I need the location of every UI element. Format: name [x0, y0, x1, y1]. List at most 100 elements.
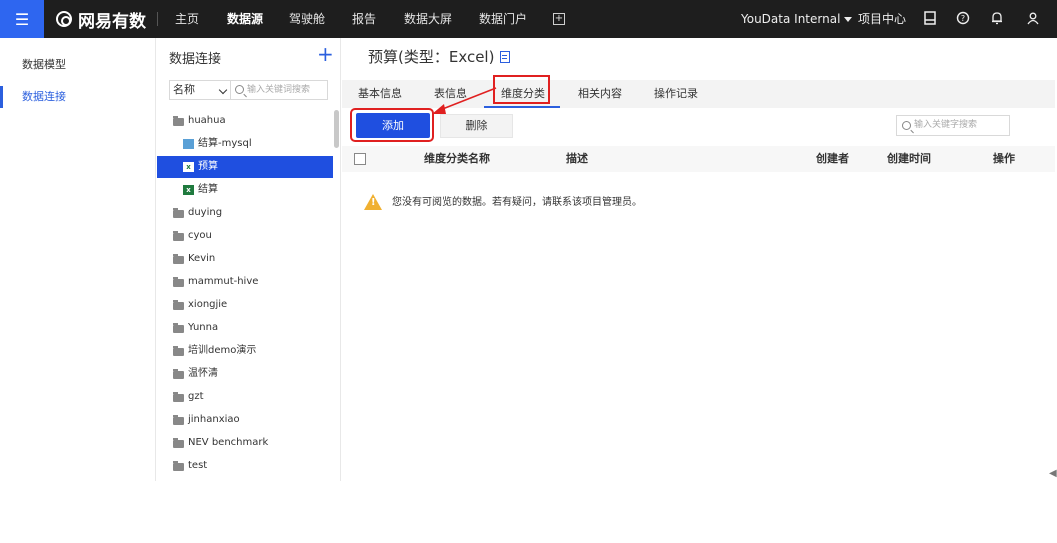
- tree-item[interactable]: xiongjie: [157, 294, 333, 316]
- chevron-left-icon[interactable]: ◀: [1049, 468, 1057, 479]
- folder-icon: [173, 323, 184, 333]
- tree-item[interactable]: huahua: [157, 110, 333, 132]
- annotation-arrow: [432, 87, 497, 114]
- tree-item-label: Yunna: [188, 322, 219, 333]
- nav-portal[interactable]: 数据门户: [479, 0, 527, 38]
- help-icon[interactable]: ?: [955, 11, 971, 27]
- workspace-switcher[interactable]: YouData Internal: [741, 0, 853, 38]
- warning-exclamation: !: [371, 197, 376, 208]
- nav-report[interactable]: 报告: [352, 0, 376, 38]
- brand-logo[interactable]: 网易有数: [56, 0, 146, 38]
- tree-item-label: 预算: [198, 161, 218, 172]
- nav-cockpit[interactable]: 驾驶舱: [289, 0, 325, 38]
- top-nav-bar: ☰ 网易有数 主页 数据源 驾驶舱 报告 数据大屏 数据门户 + YouData…: [0, 0, 1057, 38]
- excel-icon: x: [183, 162, 194, 172]
- folder-icon: [173, 438, 184, 448]
- tree-item[interactable]: 温怀清: [157, 363, 333, 385]
- folder-icon: [173, 461, 184, 471]
- chevron-down-icon: [218, 85, 228, 95]
- main-search-input[interactable]: 输入关键字搜索: [896, 115, 1010, 136]
- tab-related-content[interactable]: 相关内容: [578, 80, 622, 108]
- workspace-name: YouData Internal: [741, 12, 841, 26]
- caret-down-icon: [844, 17, 853, 22]
- brand-name: 网易有数: [78, 11, 146, 32]
- tree-item-label: Kevin: [188, 253, 216, 264]
- folder-icon: [173, 300, 184, 310]
- nav-big-screen[interactable]: 数据大屏: [404, 0, 452, 38]
- tree-item-label: mammut-hive: [188, 276, 259, 287]
- tree-item[interactable]: NEV benchmark: [157, 432, 333, 454]
- tree-item[interactable]: jinhanxiao: [157, 409, 333, 431]
- tree-item[interactable]: x 结算: [157, 179, 333, 201]
- tree-item[interactable]: cyou: [157, 225, 333, 247]
- left-sidebar: 数据模型 数据连接: [0, 38, 156, 481]
- brand-mark-icon: [56, 11, 72, 27]
- excel-icon: x: [183, 185, 194, 195]
- tab-operation-log[interactable]: 操作记录: [654, 80, 698, 108]
- tree-item[interactable]: 培训demo演示: [157, 340, 333, 362]
- tree-item-label: 结算: [198, 184, 218, 195]
- add-connection-icon[interactable]: +: [317, 44, 334, 64]
- tree-scrollbar[interactable]: [334, 110, 339, 148]
- tree-item-label: 结算-mysql: [198, 138, 252, 149]
- column-header-actions: 操作: [993, 152, 1015, 165]
- folder-icon: [173, 369, 184, 379]
- column-header-creator: 创建者: [816, 152, 849, 165]
- nav-home[interactable]: 主页: [175, 0, 199, 38]
- sidebar-item-data-connection[interactable]: 数据连接: [0, 82, 156, 112]
- main-search-placeholder: 输入关键字搜索: [914, 120, 978, 130]
- tree-item-label: huahua: [188, 115, 226, 126]
- bookmark-icon[interactable]: [922, 11, 938, 27]
- tree-item-label: gzt: [188, 391, 204, 402]
- folder-icon: [173, 346, 184, 356]
- folder-icon: [173, 392, 184, 402]
- tree-item[interactable]: Yunna: [157, 317, 333, 339]
- tree-item[interactable]: x 预算: [157, 156, 333, 178]
- tree-item[interactable]: Kevin: [157, 248, 333, 270]
- document-icon[interactable]: [500, 51, 511, 63]
- search-icon: [235, 85, 244, 94]
- folder-icon: [173, 208, 184, 218]
- sidebar-item-data-model[interactable]: 数据模型: [0, 50, 156, 80]
- database-icon: [183, 139, 194, 149]
- tree-item[interactable]: mammut-hive: [157, 271, 333, 293]
- hamburger-icon[interactable]: ☰: [0, 0, 44, 38]
- tree-search-placeholder: 输入关键词搜索: [247, 85, 311, 95]
- svg-text:?: ?: [961, 14, 965, 23]
- select-all-checkbox[interactable]: [354, 153, 366, 165]
- tree-item[interactable]: 结算-mysql: [157, 133, 333, 155]
- tree-title: 数据连接: [169, 52, 222, 67]
- tree-item-label: test: [188, 460, 208, 471]
- column-header-created-time: 创建时间: [887, 152, 931, 165]
- user-icon[interactable]: [1025, 11, 1041, 27]
- nav-divider: [157, 12, 158, 26]
- tab-basic-info[interactable]: 基本信息: [358, 80, 402, 108]
- tree-item-label: NEV benchmark: [188, 437, 269, 448]
- folder-icon: [173, 116, 184, 126]
- empty-notice-text: 您没有可阅览的数据。若有疑问，请联系该项目管理员。: [392, 197, 642, 208]
- tree-item-label: 培训demo演示: [188, 345, 257, 356]
- tree-search-input[interactable]: 输入关键词搜索: [230, 80, 328, 100]
- tree-item-label: 温怀清: [188, 368, 218, 379]
- tree-item-label: cyou: [188, 230, 212, 241]
- column-header-name: 维度分类名称: [424, 152, 490, 165]
- project-center-link[interactable]: 项目中心: [858, 0, 906, 38]
- tree-item[interactable]: duying: [157, 202, 333, 224]
- tree-item[interactable]: test: [157, 455, 333, 477]
- tree-item-label: jinhanxiao: [188, 414, 240, 425]
- nav-add-icon[interactable]: +: [553, 13, 565, 25]
- folder-icon: [173, 415, 184, 425]
- table-header: 维度分类名称 描述 创建者 创建时间 操作: [342, 146, 1055, 172]
- folder-icon: [173, 231, 184, 241]
- connection-tree-panel: 数据连接 + 名称 输入关键词搜索 huahua 结算-mysql x 预算 x 结算 du…: [157, 38, 341, 481]
- add-button-highlight-box: [350, 108, 434, 142]
- column-header-description: 描述: [566, 152, 588, 165]
- nav-datasource[interactable]: 数据源: [227, 0, 263, 38]
- tree-item-label: xiongjie: [188, 299, 228, 310]
- folder-icon: [173, 254, 184, 264]
- bell-icon[interactable]: [989, 11, 1005, 27]
- folder-icon: [173, 277, 184, 287]
- tree-item[interactable]: gzt: [157, 386, 333, 408]
- filter-field-select[interactable]: 名称: [169, 80, 231, 100]
- tree-item-label: duying: [188, 207, 223, 218]
